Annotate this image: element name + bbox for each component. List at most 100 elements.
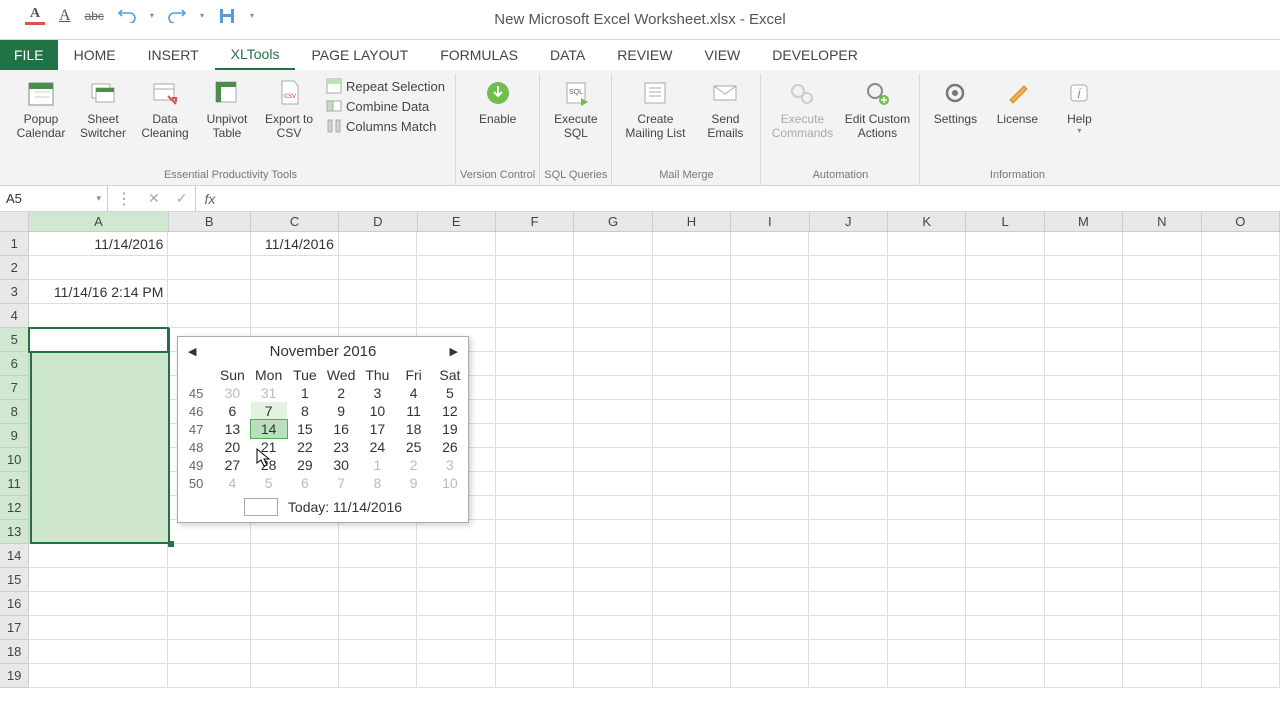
cell-K8[interactable] bbox=[888, 400, 966, 424]
calendar-day[interactable]: 4 bbox=[214, 474, 250, 492]
cell-N13[interactable] bbox=[1123, 520, 1201, 544]
cell-I6[interactable] bbox=[731, 352, 809, 376]
cell-F13[interactable] bbox=[496, 520, 574, 544]
cell-A6[interactable] bbox=[29, 352, 168, 376]
calendar-today-box[interactable] bbox=[244, 498, 278, 516]
cell-M18[interactable] bbox=[1045, 640, 1123, 664]
cell-E1[interactable] bbox=[417, 232, 495, 256]
cell-O5[interactable] bbox=[1202, 328, 1280, 352]
tab-page-layout[interactable]: PAGE LAYOUT bbox=[295, 40, 424, 70]
col-header-L[interactable]: L bbox=[966, 212, 1044, 232]
cell-H19[interactable] bbox=[653, 664, 731, 688]
cell-N9[interactable] bbox=[1123, 424, 1201, 448]
cell-N10[interactable] bbox=[1123, 448, 1201, 472]
cell-A5[interactable] bbox=[29, 328, 168, 352]
cell-L3[interactable] bbox=[966, 280, 1044, 304]
cell-G10[interactable] bbox=[574, 448, 652, 472]
cell-O10[interactable] bbox=[1202, 448, 1280, 472]
columns-match-button[interactable]: Columns Match bbox=[326, 118, 445, 134]
cell-I7[interactable] bbox=[731, 376, 809, 400]
cell-K19[interactable] bbox=[888, 664, 966, 688]
create-mailing-list-button[interactable]: Create Mailing List bbox=[616, 74, 694, 141]
calendar-day[interactable]: 30 bbox=[214, 384, 250, 402]
cell-G8[interactable] bbox=[574, 400, 652, 424]
calendar-day[interactable]: 30 bbox=[323, 456, 359, 474]
cell-N16[interactable] bbox=[1123, 592, 1201, 616]
cell-H16[interactable] bbox=[653, 592, 731, 616]
cell-G13[interactable] bbox=[574, 520, 652, 544]
cell-K2[interactable] bbox=[888, 256, 966, 280]
cell-F19[interactable] bbox=[496, 664, 574, 688]
cell-D4[interactable] bbox=[339, 304, 417, 328]
col-header-C[interactable]: C bbox=[251, 212, 339, 232]
cell-C2[interactable] bbox=[251, 256, 339, 280]
cell-J4[interactable] bbox=[809, 304, 887, 328]
calendar-day[interactable]: 7 bbox=[323, 474, 359, 492]
row-header-7[interactable]: 7 bbox=[0, 376, 29, 400]
formula-colon-icon[interactable]: ⋮ bbox=[116, 189, 132, 209]
cell-H11[interactable] bbox=[653, 472, 731, 496]
cell-G7[interactable] bbox=[574, 376, 652, 400]
cell-G2[interactable] bbox=[574, 256, 652, 280]
cell-F6[interactable] bbox=[496, 352, 574, 376]
edit-custom-actions-button[interactable]: Edit Custom Actions bbox=[839, 74, 915, 141]
calendar-day[interactable]: 8 bbox=[287, 402, 323, 420]
col-header-E[interactable]: E bbox=[418, 212, 496, 232]
cell-A17[interactable] bbox=[29, 616, 168, 640]
cell-A18[interactable] bbox=[29, 640, 168, 664]
cell-H6[interactable] bbox=[653, 352, 731, 376]
redo-dropdown-icon[interactable]: ▾ bbox=[200, 11, 204, 20]
cell-J3[interactable] bbox=[809, 280, 887, 304]
cell-F14[interactable] bbox=[496, 544, 574, 568]
row-header-14[interactable]: 14 bbox=[0, 544, 29, 568]
cell-D14[interactable] bbox=[339, 544, 417, 568]
cell-O9[interactable] bbox=[1202, 424, 1280, 448]
cell-G16[interactable] bbox=[574, 592, 652, 616]
cell-C14[interactable] bbox=[251, 544, 339, 568]
cell-D2[interactable] bbox=[339, 256, 417, 280]
cell-I13[interactable] bbox=[731, 520, 809, 544]
strikethrough-icon[interactable]: abc bbox=[85, 9, 104, 23]
cell-K7[interactable] bbox=[888, 376, 966, 400]
cell-C1[interactable]: 11/14/2016 bbox=[251, 232, 339, 256]
cell-F12[interactable] bbox=[496, 496, 574, 520]
cell-I16[interactable] bbox=[731, 592, 809, 616]
cell-K18[interactable] bbox=[888, 640, 966, 664]
cell-E3[interactable] bbox=[417, 280, 495, 304]
cell-A10[interactable] bbox=[29, 448, 168, 472]
cell-G4[interactable] bbox=[574, 304, 652, 328]
cell-N6[interactable] bbox=[1123, 352, 1201, 376]
cell-F1[interactable] bbox=[496, 232, 574, 256]
row-header-6[interactable]: 6 bbox=[0, 352, 29, 376]
cell-K15[interactable] bbox=[888, 568, 966, 592]
cell-F16[interactable] bbox=[496, 592, 574, 616]
cell-N18[interactable] bbox=[1123, 640, 1201, 664]
row-header-19[interactable]: 19 bbox=[0, 664, 29, 688]
calendar-day[interactable]: 2 bbox=[323, 384, 359, 402]
tab-developer[interactable]: DEVELOPER bbox=[756, 40, 874, 70]
cell-I2[interactable] bbox=[731, 256, 809, 280]
cell-J9[interactable] bbox=[809, 424, 887, 448]
undo-icon[interactable] bbox=[118, 9, 136, 23]
cell-J15[interactable] bbox=[809, 568, 887, 592]
cell-C17[interactable] bbox=[251, 616, 339, 640]
cell-F11[interactable] bbox=[496, 472, 574, 496]
tab-file[interactable]: FILE bbox=[0, 40, 58, 70]
cell-C13[interactable] bbox=[251, 520, 339, 544]
tab-insert[interactable]: INSERT bbox=[132, 40, 215, 70]
help-button[interactable]: i Help▾ bbox=[1048, 74, 1110, 136]
row-header-13[interactable]: 13 bbox=[0, 520, 29, 544]
calendar-day[interactable]: 1 bbox=[359, 456, 395, 474]
cell-C3[interactable] bbox=[251, 280, 339, 304]
cell-I15[interactable] bbox=[731, 568, 809, 592]
cell-F4[interactable] bbox=[496, 304, 574, 328]
tab-review[interactable]: REVIEW bbox=[601, 40, 688, 70]
cell-D15[interactable] bbox=[339, 568, 417, 592]
cell-L8[interactable] bbox=[966, 400, 1044, 424]
tab-xltools[interactable]: XLTools bbox=[215, 40, 296, 70]
cell-M2[interactable] bbox=[1045, 256, 1123, 280]
calendar-day[interactable]: 11 bbox=[396, 402, 432, 420]
cell-I1[interactable] bbox=[731, 232, 809, 256]
cell-M11[interactable] bbox=[1045, 472, 1123, 496]
formula-input[interactable] bbox=[223, 186, 1280, 211]
